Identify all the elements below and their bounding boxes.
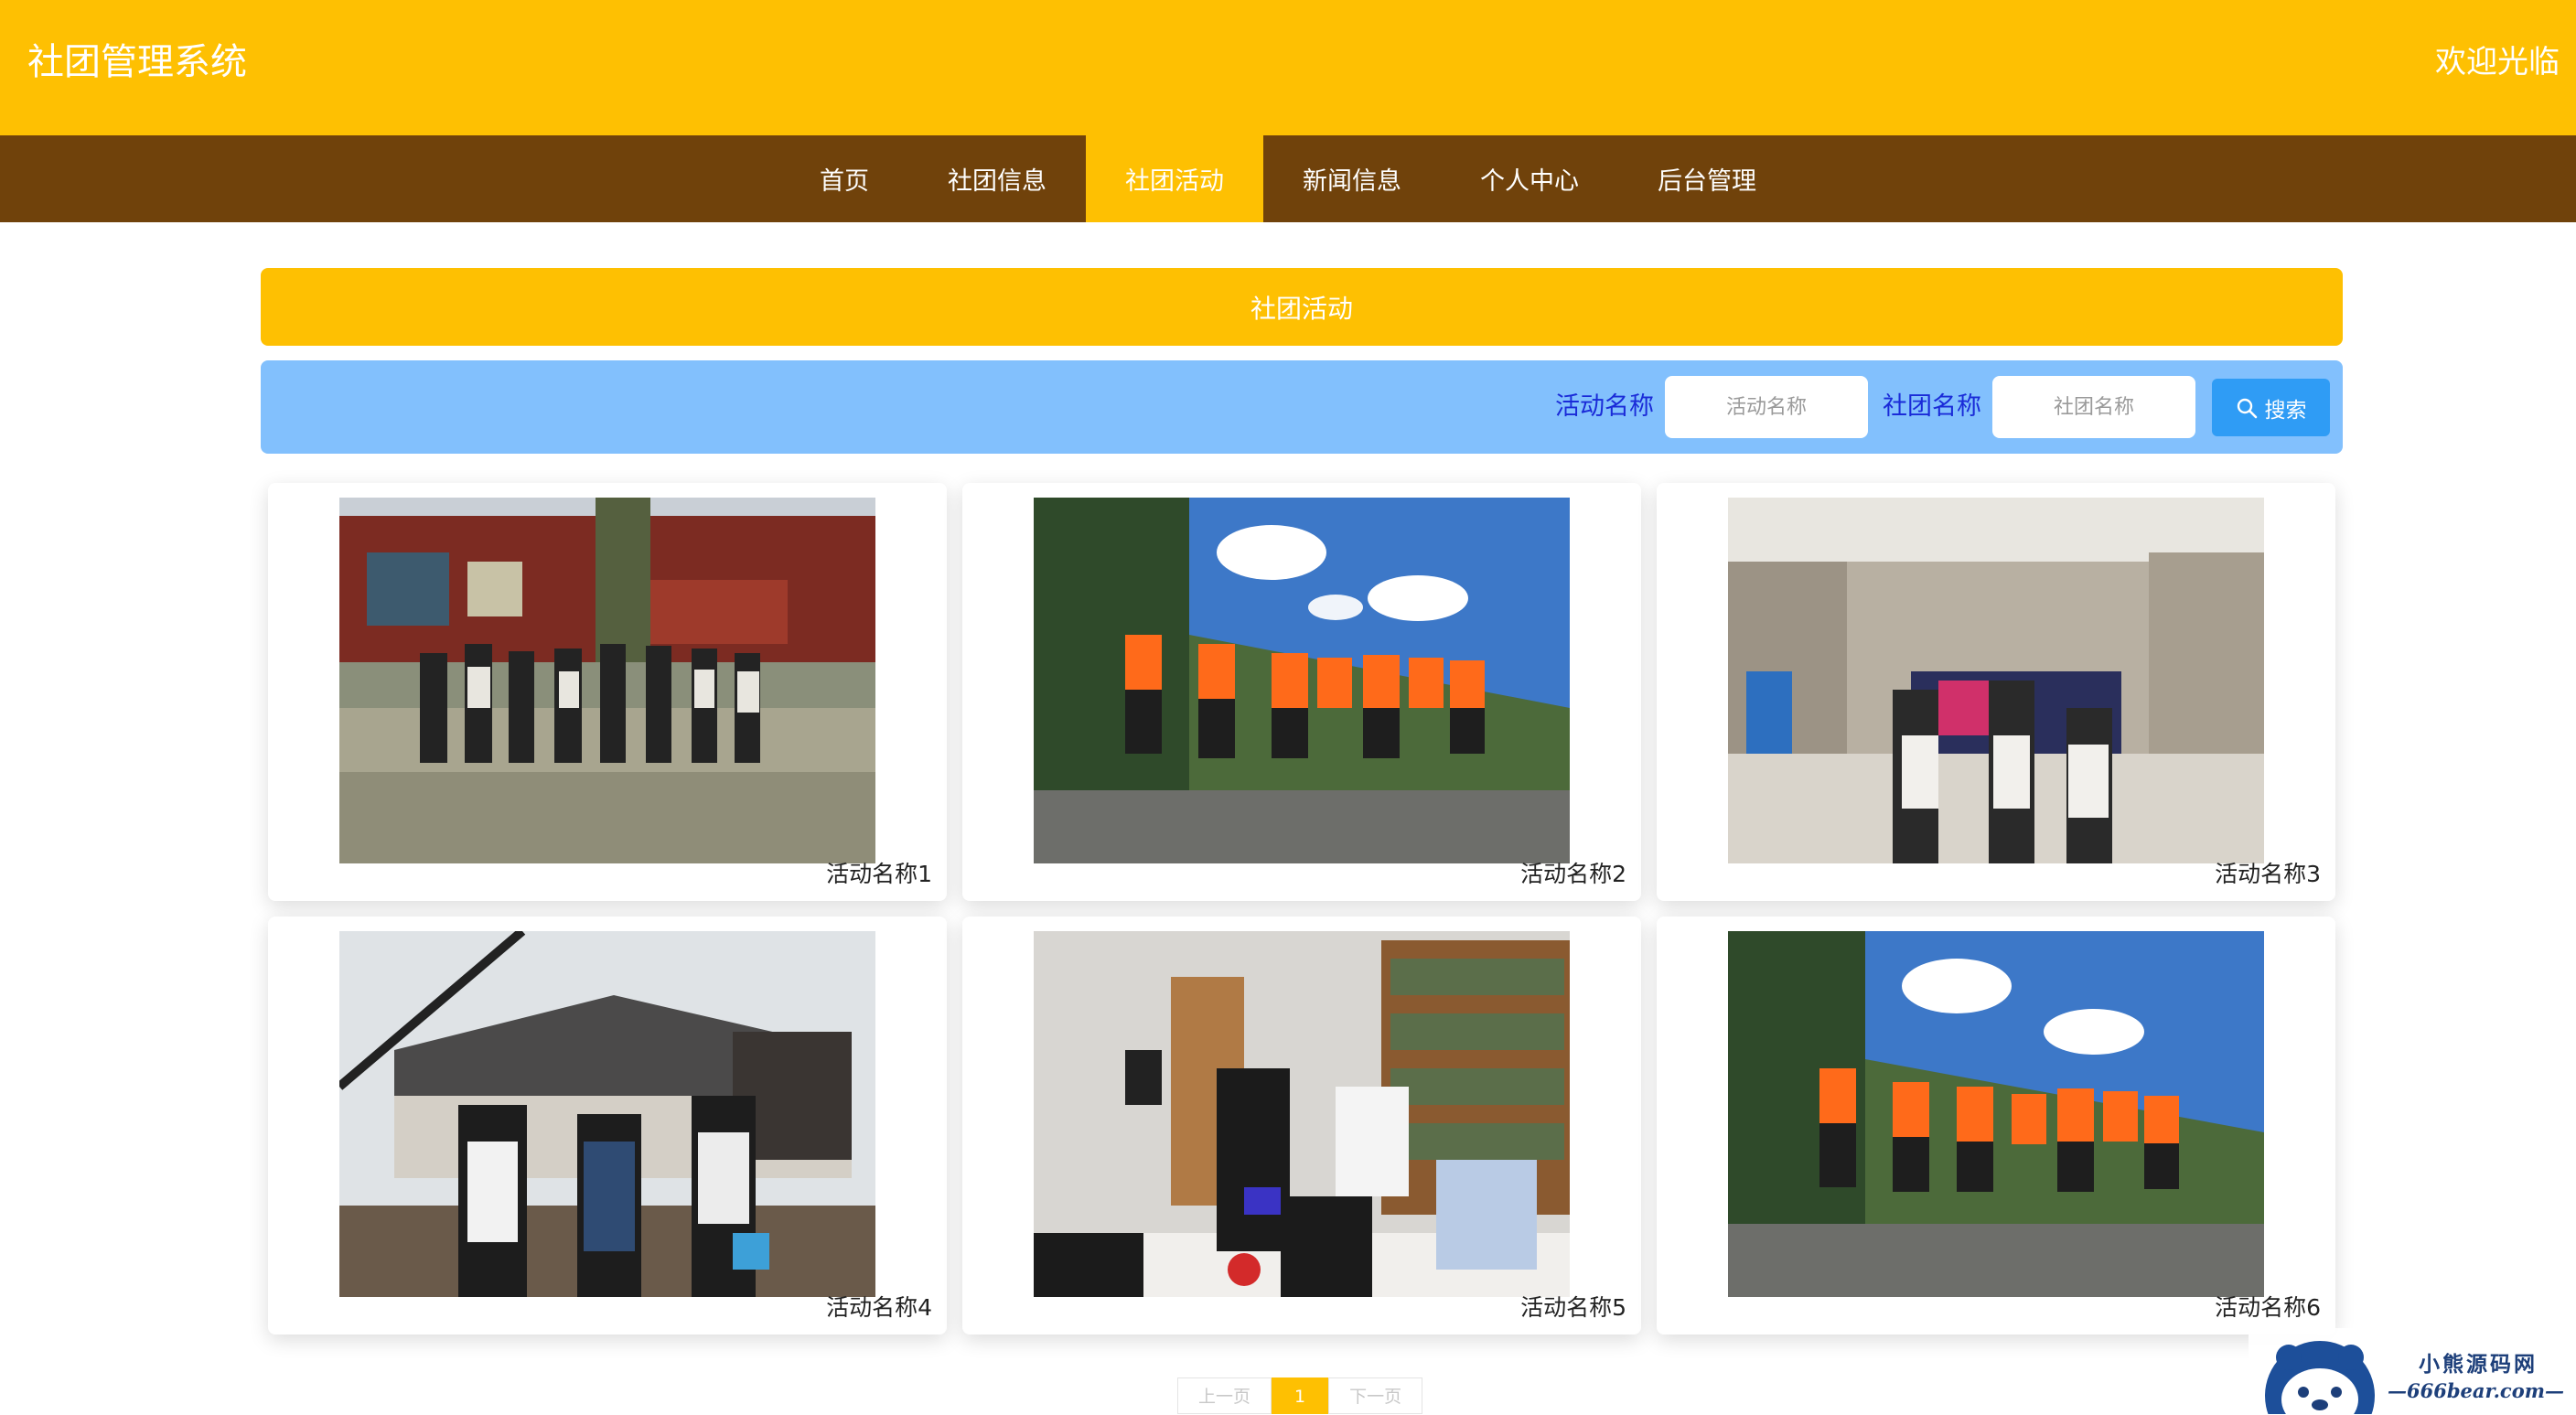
search-button[interactable]: 搜索 [2212, 379, 2330, 436]
nav-item-personal-center[interactable]: 个人中心 [1441, 135, 1618, 222]
top-header: 社团管理系统 欢迎光临 [0, 0, 2576, 135]
bear-logo-icon [2265, 1341, 2375, 1414]
activity-card[interactable]: 活动名称3 [1657, 483, 2335, 901]
section-title: 社团活动 [261, 268, 2343, 346]
club-name-label: 社团名称 [1883, 392, 1981, 421]
activity-name-input[interactable] [1665, 376, 1868, 438]
watermark-url: —666bear.com— [2388, 1379, 2564, 1402]
next-page-button[interactable]: 下一页 [1328, 1377, 1423, 1414]
current-page-button[interactable]: 1 [1272, 1377, 1329, 1414]
app-title: 社团管理系统 [27, 41, 247, 83]
activity-name-label: 活动名称 [1555, 392, 1654, 421]
nav-item-club-info[interactable]: 社团信息 [908, 135, 1086, 222]
search-bar: 活动名称 社团名称 搜索 [261, 360, 2343, 454]
activity-photo[interactable] [339, 931, 875, 1297]
activity-photo[interactable] [1728, 498, 2264, 863]
main-nav: 首页 社团信息 社团活动 新闻信息 个人中心 后台管理 [0, 135, 2576, 222]
watermark-title: 小熊源码网 [2419, 1352, 2538, 1377]
activity-name: 活动名称1 [826, 861, 932, 887]
activity-card[interactable]: 活动名称5 [962, 917, 1641, 1335]
activity-card[interactable]: 活动名称6 [1657, 917, 2335, 1335]
club-name-input[interactable] [1992, 376, 2195, 438]
activity-photo[interactable] [1728, 931, 2264, 1297]
activity-card[interactable]: 活动名称1 [268, 483, 947, 901]
activity-photo[interactable] [1034, 498, 1570, 863]
watermark-logo: 小熊源码网 —666bear.com— [2249, 1328, 2576, 1414]
activity-name: 活动名称2 [1520, 861, 1626, 887]
nav-list: 首页 社团信息 社团活动 新闻信息 个人中心 后台管理 [0, 135, 2576, 222]
welcome-text: 欢迎光临 [2435, 44, 2560, 80]
search-button-label: 搜索 [2264, 398, 2307, 423]
activity-card[interactable]: 活动名称2 [962, 483, 1641, 901]
nav-item-news[interactable]: 新闻信息 [1263, 135, 1441, 222]
nav-item-admin[interactable]: 后台管理 [1618, 135, 1796, 222]
activity-name: 活动名称6 [2215, 1294, 2321, 1321]
nav-item-home[interactable]: 首页 [780, 135, 908, 222]
activity-card[interactable]: 活动名称4 [268, 917, 947, 1335]
nav-item-club-activities[interactable]: 社团活动 [1086, 135, 1263, 222]
activity-photo[interactable] [1034, 931, 1570, 1297]
pagination: 上一页 1 下一页 [1177, 1377, 1423, 1414]
activity-name: 活动名称4 [826, 1294, 932, 1321]
activity-name: 活动名称5 [1520, 1294, 1626, 1321]
activity-photo[interactable] [339, 498, 875, 863]
search-icon [2237, 398, 2257, 418]
prev-page-button[interactable]: 上一页 [1177, 1377, 1272, 1414]
activity-name: 活动名称3 [2215, 861, 2321, 887]
